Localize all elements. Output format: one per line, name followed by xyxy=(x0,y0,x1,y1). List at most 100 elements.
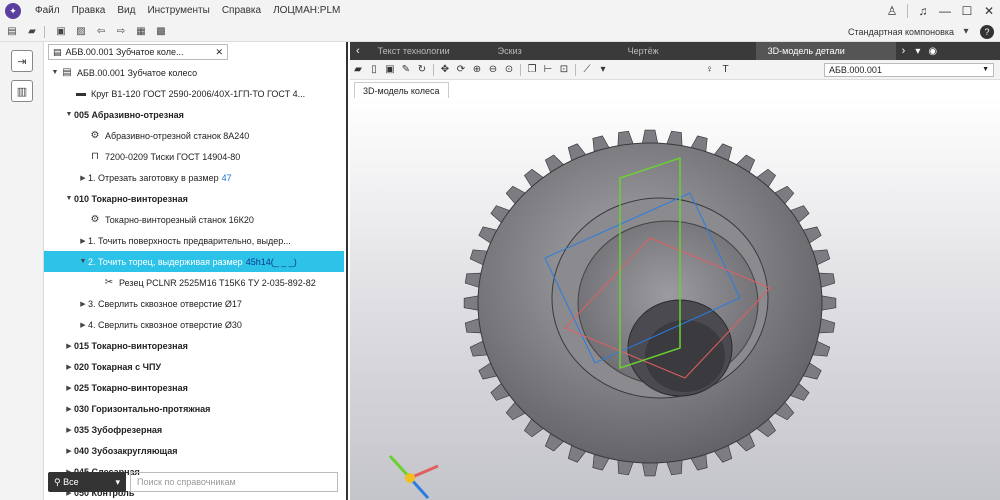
print-icon[interactable]: ▦ xyxy=(133,25,149,39)
tree-item-label: 030 Горизонтально-протяжная xyxy=(74,403,211,414)
axes-icon[interactable]: ⟋ xyxy=(579,64,595,75)
tab-drawing[interactable]: Чертёж xyxy=(616,42,756,60)
3d-viewport[interactable] xyxy=(350,98,1000,500)
chevron-down-icon[interactable]: ▾ xyxy=(595,64,611,75)
chevron-right-icon[interactable]: ▶ xyxy=(64,342,74,350)
zoom-fit-icon[interactable]: ⊙ xyxy=(501,64,517,75)
chevron-down-icon[interactable]: ▼ xyxy=(64,195,74,202)
save-icon[interactable]: ▣ xyxy=(53,25,69,39)
menu-tools[interactable]: Инструменты xyxy=(141,0,215,22)
open-folder-icon[interactable]: ▰ xyxy=(350,64,366,75)
report-icon[interactable]: ▩ xyxy=(153,25,169,39)
tree-item-label: 035 Зубофрезерная xyxy=(74,424,163,435)
process-tree: ▼ ▤ АБВ.00.001 Зубчатое колесо ▬ Круг В1-120… xyxy=(44,62,344,500)
tree-item[interactable]: ▶ 035 Зубофрезерная xyxy=(44,419,344,440)
chevron-right-icon[interactable]: ▶ xyxy=(64,384,74,392)
maximize-icon[interactable]: ☐ xyxy=(956,4,978,18)
rotate-icon[interactable]: ⟳ xyxy=(453,64,469,75)
tree-item[interactable]: ▶ 020 Токарная с ЧПУ xyxy=(44,356,344,377)
chevron-right-icon[interactable]: ▶ xyxy=(64,363,74,371)
dimension-link[interactable]: 45h14(_ _ _) xyxy=(246,257,297,267)
chevron-down-icon[interactable]: ▼ xyxy=(50,69,60,76)
tree-item[interactable]: ▬ Круг В1-120 ГОСТ 2590-2006/40Х-1ГП-ТО Г… xyxy=(44,83,344,104)
menu-edit[interactable]: Правка xyxy=(66,0,112,22)
page-icon[interactable]: ▯ xyxy=(366,64,382,75)
user-icon[interactable]: ♙ xyxy=(881,4,903,18)
eye-icon[interactable]: ◉ xyxy=(924,46,941,57)
tree-item[interactable]: ⊓ 7200-0209 Тиски ГОСТ 14904-80 xyxy=(44,146,344,167)
layout-selector[interactable]: Стандартная компоновка xyxy=(848,27,954,37)
open-folder-icon[interactable]: ▰ xyxy=(24,25,40,39)
designation-value: АБВ.000.001 xyxy=(829,64,882,75)
tree-item[interactable]: ▶ 1. Точить поверхность предварительно, в… xyxy=(44,230,344,251)
close-icon[interactable]: ✕ xyxy=(978,4,1000,18)
minimize-icon[interactable]: — xyxy=(934,4,956,18)
help-icon[interactable]: ? xyxy=(980,24,994,39)
copy-icon[interactable]: ❐ xyxy=(524,64,540,75)
zoom-out-icon[interactable]: ⊖ xyxy=(485,64,501,75)
chevron-down-icon[interactable]: ▼ xyxy=(64,111,74,118)
tree-item[interactable]: ▼ 010 Токарно-винторезная xyxy=(44,188,344,209)
zoom-in-icon[interactable]: ⊕ xyxy=(469,64,485,75)
chevron-right-icon[interactable]: ▶ xyxy=(64,405,74,413)
designation-field[interactable]: АБВ.000.001 ▼ xyxy=(824,62,994,77)
chevron-down-icon[interactable]: ▼ xyxy=(78,258,88,265)
menu-file[interactable]: Файл xyxy=(29,0,66,22)
tree-item[interactable]: ▼ 2. Точить торец, выдерживая размер 45h14… xyxy=(44,251,344,272)
new-document-icon[interactable]: ▤ xyxy=(4,25,20,39)
refresh-icon[interactable]: ↻ xyxy=(414,64,430,75)
tree-item[interactable]: ✂ Резец PCLNR 2525M16 T15K6 ТУ 2-035-892-… xyxy=(44,272,344,293)
tab-technology-text[interactable]: Текст технологии xyxy=(366,42,486,60)
library-icon[interactable]: ▥ xyxy=(11,80,33,102)
chevron-right-icon[interactable]: ▶ xyxy=(78,174,88,182)
redo-icon[interactable]: ⇨ xyxy=(113,25,129,39)
tree-item[interactable]: ▶ 3. Сверлить сквозное отверстие Ø17 xyxy=(44,293,344,314)
document-tab[interactable]: ▤ АБВ.00.001 Зубчатое коле... ✕ xyxy=(48,44,228,60)
undo-icon[interactable]: ⇦ xyxy=(93,25,109,39)
tree-item[interactable]: ▶ 040 Зубозакругляющая xyxy=(44,440,344,461)
dimension-icon[interactable]: ⊢ xyxy=(540,64,556,75)
chevron-right-icon[interactable]: ▶ xyxy=(78,321,88,329)
menu-bar: Файл Правка Вид Инструменты Справка ЛОЦМ… xyxy=(29,0,346,22)
chevron-right-icon[interactable]: › xyxy=(896,45,912,57)
tab-sketch[interactable]: Эскиз xyxy=(486,42,616,60)
pencil-icon[interactable]: ✎ xyxy=(398,64,414,75)
tab-model-3d[interactable]: 3D-модель колеса xyxy=(354,82,449,98)
tree-item[interactable]: ▶ 015 Токарно-винторезная xyxy=(44,335,344,356)
search-scope-button[interactable]: ⚲ Все ▾ xyxy=(48,472,126,492)
document-icon: ▤ xyxy=(62,67,72,78)
chevron-right-icon[interactable]: ▶ xyxy=(78,237,88,245)
lightbulb-icon[interactable]: ♀ xyxy=(702,64,718,75)
tree-item[interactable]: ▼ ▤ АБВ.00.001 Зубчатое колесо xyxy=(44,62,344,83)
menu-plm[interactable]: ЛОЦМАН:PLM xyxy=(267,0,346,22)
view-orient-icon[interactable]: ⊡ xyxy=(556,64,572,75)
search-input[interactable]: Поиск по справочникам xyxy=(130,472,338,492)
tree-item[interactable]: ▼ 005 Абразивно-отрезная xyxy=(44,104,344,125)
dimension-link[interactable]: 47 xyxy=(222,173,232,183)
tree-item[interactable]: ▶ 4. Сверлить сквозное отверстие Ø30 xyxy=(44,314,344,335)
save-as-icon[interactable]: ▨ xyxy=(73,25,89,39)
tree-item-label: Абразивно-отрезной станок 8А240 xyxy=(105,130,250,141)
tree-item[interactable]: ⚙ Абразивно-отрезной станок 8А240 xyxy=(44,125,344,146)
save-icon[interactable]: ▣ xyxy=(382,64,398,75)
chevron-right-icon[interactable]: ▶ xyxy=(78,300,88,308)
chevron-right-icon[interactable]: ▶ xyxy=(64,426,74,434)
close-icon[interactable]: ✕ xyxy=(215,47,223,58)
tree-item[interactable]: ▶ 030 Горизонтально-протяжная xyxy=(44,398,344,419)
menu-view[interactable]: Вид xyxy=(111,0,141,22)
text-icon[interactable]: T xyxy=(718,64,734,75)
tree-item[interactable]: ▶ 1. Отрезать заготовку в размер 47 xyxy=(44,167,344,188)
chevron-left-icon[interactable]: ‹ xyxy=(350,45,366,57)
chevron-right-icon[interactable]: ▶ xyxy=(64,447,74,455)
chevron-down-icon[interactable]: ▾ xyxy=(911,46,924,57)
pan-icon[interactable]: ✥ xyxy=(437,64,453,75)
export-icon[interactable]: ⇥ xyxy=(11,50,33,72)
chevron-down-icon[interactable]: ▾ xyxy=(958,25,974,39)
tree-item[interactable]: ▶ 025 Токарно-винторезная xyxy=(44,377,344,398)
bell-icon[interactable]: ♫ xyxy=(912,4,934,18)
tree-item[interactable]: ⚙ Токарно-винторезный станок 16К20 xyxy=(44,209,344,230)
tab-3d-model[interactable]: 3D-модель детали xyxy=(755,42,896,60)
tree-item-label: 025 Токарно-винторезная xyxy=(74,382,188,393)
menu-help[interactable]: Справка xyxy=(216,0,267,22)
window-controls: ♙ ♫ — ☐ ✕ xyxy=(881,0,1000,22)
